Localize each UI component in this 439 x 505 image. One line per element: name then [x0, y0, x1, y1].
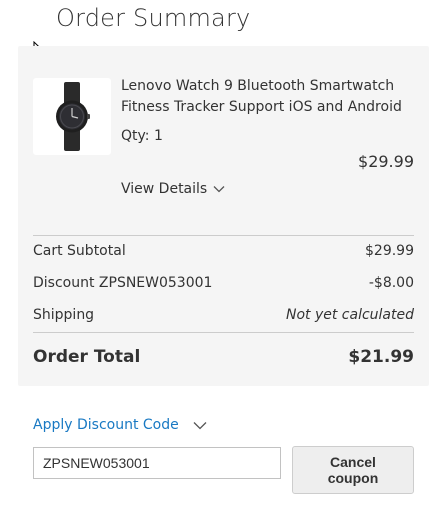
smartwatch-product-image — [56, 82, 90, 151]
order-total-label: Order Total — [33, 347, 141, 367]
divider — [33, 332, 414, 333]
order-total-value: $21.99 — [348, 347, 414, 367]
product-name[interactable]: Lenovo Watch 9 Bluetooth Smartwatch Fitn… — [121, 76, 411, 118]
chevron-down-icon — [213, 186, 225, 193]
discount-label: Discount ZPSNEW053001 — [33, 275, 213, 291]
apply-discount-label: Apply Discount Code — [33, 417, 179, 433]
cancel-coupon-button[interactable]: Cancel coupon — [292, 446, 414, 494]
view-details-label: View Details — [121, 181, 208, 197]
shipping-value: Not yet calculated — [285, 307, 414, 323]
product-price: $29.99 — [358, 152, 414, 171]
subtotal-label: Cart Subtotal — [33, 243, 126, 259]
product-thumbnail[interactable] — [33, 78, 111, 155]
apply-discount-toggle[interactable]: Apply Discount Code — [33, 417, 207, 433]
chevron-down-icon — [193, 421, 207, 429]
discount-value: -$8.00 — [368, 275, 414, 291]
discount-code-input[interactable] — [33, 447, 281, 479]
shipping-label: Shipping — [33, 307, 95, 323]
subtotal-value: $29.99 — [365, 243, 414, 259]
divider — [33, 235, 414, 236]
view-details-toggle[interactable]: View Details — [121, 181, 225, 197]
product-quantity: Qty: 1 — [121, 128, 163, 144]
page-title: Order Summary — [56, 4, 251, 32]
